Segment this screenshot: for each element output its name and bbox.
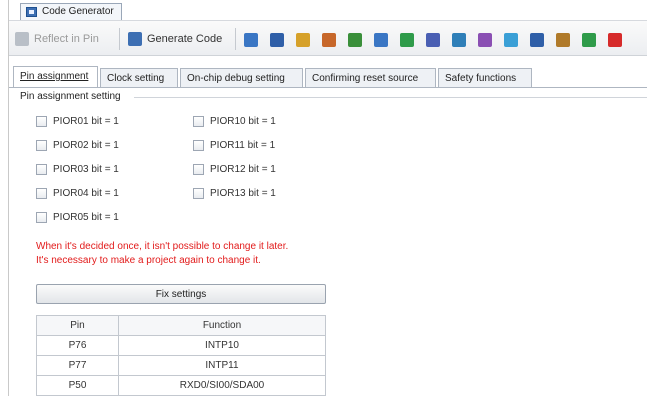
pior05-label: PIOR05 bit = 1: [53, 212, 119, 223]
doc-tab-title: Code Generator: [42, 6, 114, 17]
pior01-label: PIOR01 bit = 1: [53, 116, 119, 127]
network-icon[interactable]: [582, 33, 596, 47]
pior13-label: PIOR13 bit = 1: [210, 188, 276, 199]
fix-settings-button[interactable]: Fix settings: [36, 284, 326, 304]
pior02-checkbox[interactable]: PIOR02 bit = 1: [36, 139, 119, 153]
checkbox-box[interactable]: [193, 187, 204, 199]
alert-icon[interactable]: [608, 33, 622, 47]
pior03-checkbox[interactable]: PIOR03 bit = 1: [36, 163, 119, 177]
pin-cell: P76: [36, 335, 119, 356]
tab-confirming-reset-source[interactable]: Confirming reset source: [305, 68, 436, 87]
link-icon[interactable]: [426, 33, 440, 47]
checkbox-box[interactable]: [36, 115, 47, 127]
pior12-label: PIOR12 bit = 1: [210, 164, 276, 175]
document-tab-bar: Code Generator: [9, 0, 647, 20]
function-cell: RXD0/SI00/SDA00: [118, 375, 326, 396]
table-header-row: Pin Function: [36, 315, 326, 336]
checkbox-box[interactable]: [36, 211, 47, 223]
pior04-label: PIOR04 bit = 1: [53, 188, 119, 199]
checkbox-box[interactable]: [193, 139, 204, 151]
toolbar: Reflect in Pin Generate Code: [9, 20, 647, 56]
function-cell: INTP11: [118, 355, 326, 376]
checkbox-box[interactable]: [36, 139, 47, 151]
pior11-checkbox[interactable]: PIOR11 bit = 1: [193, 139, 275, 153]
tab-baseline: [9, 87, 647, 88]
checkbox-box[interactable]: [36, 163, 47, 175]
pin-cell: P77: [36, 355, 119, 376]
generate-code-label: Generate Code: [147, 33, 223, 45]
function-column-header: Function: [118, 315, 326, 336]
generate-code-icon: [128, 32, 142, 47]
tab-safety-functions[interactable]: Safety functions: [438, 68, 532, 87]
table-row[interactable]: P76 INTP10: [36, 335, 326, 356]
pior01-checkbox[interactable]: PIOR01 bit = 1: [36, 115, 119, 129]
table-row[interactable]: P50 RXD0/SI00/SDA00: [36, 375, 326, 396]
tree-icon[interactable]: [556, 33, 570, 47]
wand-icon[interactable]: [296, 33, 310, 47]
generate-code-button[interactable]: Generate Code: [128, 30, 222, 48]
checkbox-box[interactable]: [193, 115, 204, 127]
pin-cell: P50: [36, 375, 119, 396]
left-panel-edge: [0, 0, 9, 396]
tab-pin-assignment[interactable]: Pin assignment: [13, 66, 98, 88]
pior13-checkbox[interactable]: PIOR13 bit = 1: [193, 187, 276, 201]
checkbox-box[interactable]: [36, 187, 47, 199]
table-row[interactable]: P77 INTP11: [36, 355, 326, 376]
pior11-label: PIOR11 bit = 1: [210, 140, 276, 151]
plugin-icon[interactable]: [504, 33, 518, 47]
pior04-checkbox[interactable]: PIOR04 bit = 1: [36, 187, 119, 201]
tab-on-chip-debug-setting[interactable]: On-chip debug setting: [180, 68, 303, 87]
reflect-in-pin-button[interactable]: Reflect in Pin: [15, 30, 99, 48]
checkbox-box[interactable]: [193, 163, 204, 175]
pior05-checkbox[interactable]: PIOR05 bit = 1: [36, 211, 119, 225]
pin-assignment-group-title: Pin assignment setting: [20, 91, 125, 102]
pin-icon[interactable]: [244, 33, 258, 47]
pin-function-table: Pin Function P76 INTP10 P77 INTP11 P50 R…: [36, 315, 326, 396]
toolbar-separator: [119, 28, 120, 50]
probe-icon[interactable]: [348, 33, 362, 47]
route-icon[interactable]: [322, 33, 336, 47]
pin-column-header: Pin: [36, 315, 119, 336]
group-divider: [134, 97, 647, 98]
pior02-label: PIOR02 bit = 1: [53, 140, 119, 151]
pointer-icon[interactable]: [374, 33, 388, 47]
pior10-label: PIOR10 bit = 1: [210, 116, 276, 127]
timer-icon[interactable]: [400, 33, 414, 47]
speaker-icon[interactable]: [530, 33, 544, 47]
gear-icon[interactable]: [478, 33, 492, 47]
chip-icon[interactable]: [270, 33, 284, 47]
reflect-in-pin-label: Reflect in Pin: [34, 33, 99, 45]
warning-text-line2: It's necessary to make a project again t…: [36, 255, 261, 266]
function-cell: INTP10: [118, 335, 326, 356]
tab-clock-setting[interactable]: Clock setting: [100, 68, 178, 87]
code-generator-icon: [26, 7, 37, 17]
window-icon[interactable]: [452, 33, 466, 47]
pior12-checkbox[interactable]: PIOR12 bit = 1: [193, 163, 276, 177]
warning-text-line1: When it's decided once, it isn't possibl…: [36, 241, 289, 252]
toolbar-separator: [235, 28, 236, 50]
pior10-checkbox[interactable]: PIOR10 bit = 1: [193, 115, 276, 129]
settings-tabstrip: Pin assignment Clock setting On-chip deb…: [9, 66, 647, 88]
pior03-label: PIOR03 bit = 1: [53, 164, 119, 175]
code-generator-doc-tab[interactable]: Code Generator: [20, 3, 122, 20]
reflect-icon: [15, 32, 29, 47]
